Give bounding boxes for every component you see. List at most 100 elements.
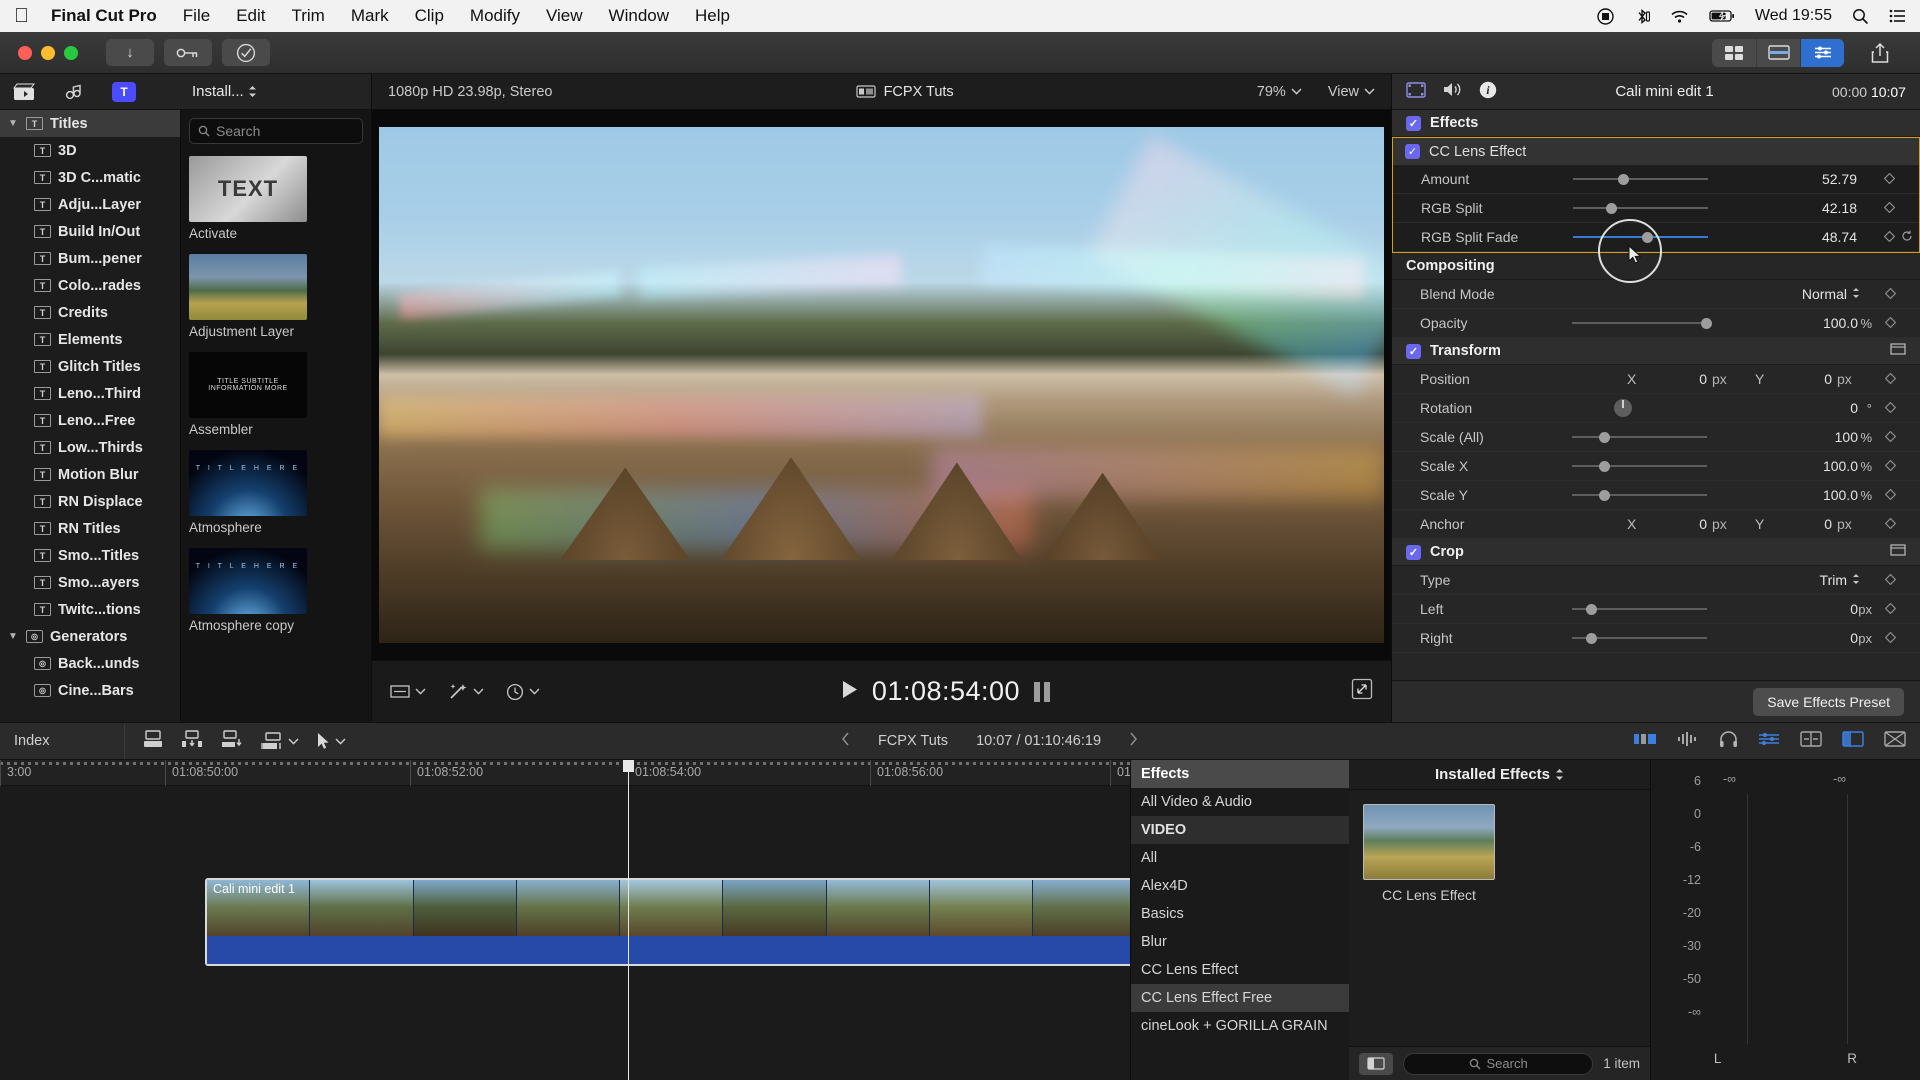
sidebar-item-build-in-out[interactable]: TBuild In/Out xyxy=(0,218,180,245)
play-icon[interactable] xyxy=(841,680,858,704)
sidebar-item-3d-c-matic[interactable]: T3D C...matic xyxy=(0,164,180,191)
sidebar-item-adju-layer[interactable]: TAdju...Layer xyxy=(0,191,180,218)
keyframe-icon[interactable] xyxy=(1885,517,1896,532)
keyframe-icon[interactable] xyxy=(1885,459,1896,474)
param-value[interactable]: 0 xyxy=(1768,630,1858,646)
slider-knob[interactable] xyxy=(1599,490,1610,501)
sidebar-item-rn-titles[interactable]: TRN Titles xyxy=(0,515,180,542)
checkbox-effects[interactable]: ✓ xyxy=(1406,116,1421,131)
effects-category-cc-lens-effect-free[interactable]: CC Lens Effect Free xyxy=(1131,984,1349,1012)
slider-opacity[interactable] xyxy=(1572,309,1707,337)
param-row-opacity[interactable]: Opacity100.0% xyxy=(1392,309,1920,338)
info-inspector-icon[interactable]: i xyxy=(1479,81,1497,103)
media-browser-icon[interactable] xyxy=(12,82,36,102)
param-row-anchor[interactable]: AnchorX0pxY0px xyxy=(1392,510,1920,539)
menu-edit[interactable]: Edit xyxy=(236,6,265,26)
sidebar-item-twitc-tions[interactable]: TTwitc...tions xyxy=(0,596,180,623)
param-value[interactable]: 0 xyxy=(1768,400,1858,416)
menu-app-name[interactable]: Final Cut Pro xyxy=(51,6,157,26)
param-value[interactable]: 100.0 xyxy=(1768,315,1858,331)
wifi-icon[interactable] xyxy=(1670,9,1689,24)
checkbox-crop[interactable]: ✓ xyxy=(1406,545,1421,560)
sidebar-item-rn-displace[interactable]: TRN Displace xyxy=(0,488,180,515)
viewer-view-popup[interactable]: View xyxy=(1328,84,1375,100)
viewer-canvas[interactable] xyxy=(372,110,1391,660)
effect-title-row[interactable]: ✓CC Lens Effect xyxy=(1393,138,1919,165)
music-browser-icon[interactable] xyxy=(62,82,86,102)
param-value[interactable]: 42.18 xyxy=(1767,200,1857,216)
param-value[interactable]: 100.0 xyxy=(1768,458,1858,474)
effects-panel-icon[interactable] xyxy=(1800,39,1844,67)
browser-sidebar[interactable]: ▼TTitlesT3DT3D C...maticTAdju...LayerTBu… xyxy=(0,110,180,722)
sidebar-item-smo-titles[interactable]: TSmo...Titles xyxy=(0,542,180,569)
headphones-icon[interactable] xyxy=(1719,731,1738,752)
rotation-dial[interactable] xyxy=(1614,399,1632,417)
sidebar-item-elements[interactable]: TElements xyxy=(0,326,180,353)
slider-scale-all[interactable] xyxy=(1572,423,1707,451)
param-row-rgb-split[interactable]: RGB Split42.18 xyxy=(1393,194,1919,223)
param-y-value[interactable]: 0 xyxy=(1792,516,1832,532)
disclosure-triangle-icon[interactable]: ▼ xyxy=(8,631,19,642)
keyframe-icon[interactable] xyxy=(1885,430,1896,445)
viewer-zoom-popup[interactable]: 79% xyxy=(1257,84,1302,100)
crop-transform-icon[interactable] xyxy=(390,684,426,699)
append-icon[interactable] xyxy=(221,730,243,752)
browser-thumbnail[interactable]: T I T L E H E R EAtmosphere xyxy=(189,450,363,535)
select-tool-icon[interactable] xyxy=(317,732,346,750)
param-row-rotation[interactable]: Rotation0° xyxy=(1392,394,1920,423)
slider-right[interactable] xyxy=(1572,624,1707,652)
browser-search-input[interactable]: Search xyxy=(189,118,363,144)
effects-wand-icon[interactable] xyxy=(448,683,484,701)
checkmark-circle-icon[interactable] xyxy=(222,39,270,66)
audio-inspector-icon[interactable] xyxy=(1442,81,1463,102)
effects-installed-header[interactable]: Installed Effects xyxy=(1349,760,1650,790)
slider-knob[interactable] xyxy=(1599,461,1610,472)
effects-category-alex4d[interactable]: Alex4D xyxy=(1131,872,1349,900)
slider-scale-x[interactable] xyxy=(1572,452,1707,480)
keyframe-icon[interactable] xyxy=(1884,201,1895,216)
keyframe-icon[interactable] xyxy=(1884,172,1895,187)
slider-knob[interactable] xyxy=(1586,604,1597,615)
overwrite-icon[interactable] xyxy=(261,732,299,750)
list-view-icon[interactable] xyxy=(1359,1053,1393,1075)
battery-charging-icon[interactable] xyxy=(1709,9,1735,23)
timeline-ruler[interactable]: 3:0001:08:50:0001:08:52:0001:08:54:0001:… xyxy=(0,760,1130,786)
menu-clip[interactable]: Clip xyxy=(415,6,444,26)
effects-category-all[interactable]: All xyxy=(1131,844,1349,872)
param-value[interactable]: 52.79 xyxy=(1767,171,1857,187)
inspector-section-transform[interactable]: ✓Transform xyxy=(1392,338,1920,365)
slider-amount[interactable] xyxy=(1573,165,1708,193)
menu-modify[interactable]: Modify xyxy=(470,6,520,26)
insert-icon[interactable] xyxy=(181,730,203,752)
transform-onscreen-icon[interactable] xyxy=(1890,343,1906,359)
minimize-window-button[interactable] xyxy=(41,46,55,60)
slider-knob[interactable] xyxy=(1618,174,1629,185)
save-effects-preset-button[interactable]: Save Effects Preset xyxy=(1753,688,1904,716)
param-row-scale-y[interactable]: Scale Y100.0% xyxy=(1392,481,1920,510)
zoom-window-button[interactable] xyxy=(64,46,78,60)
sidebar-item-generators[interactable]: ▼◎Generators xyxy=(0,623,180,650)
menu-file[interactable]: File xyxy=(183,6,210,26)
transitions-browser-icon[interactable] xyxy=(1800,731,1822,751)
param-row-type[interactable]: TypeTrim xyxy=(1392,566,1920,595)
param-row-position[interactable]: PositionX0pxY0px xyxy=(1392,365,1920,394)
inspector-toggle-icon[interactable] xyxy=(1756,39,1800,67)
retime-icon[interactable] xyxy=(506,683,540,701)
param-y-value[interactable]: 0 xyxy=(1792,371,1832,387)
param-x-value[interactable]: 0 xyxy=(1667,371,1707,387)
param-value[interactable]: 100 xyxy=(1768,429,1858,445)
param-value[interactable]: 100.0 xyxy=(1768,487,1858,503)
sidebar-item-titles[interactable]: ▼TTitles xyxy=(0,110,180,137)
control-center-icon[interactable] xyxy=(1889,9,1906,23)
param-value[interactable]: 0 xyxy=(1768,601,1858,617)
browser-thumbnail[interactable]: Adjustment Layer xyxy=(189,254,363,339)
bluetooth-icon[interactable] xyxy=(1634,8,1650,25)
keyframe-icon[interactable] xyxy=(1885,401,1896,416)
effects-category-video[interactable]: VIDEO xyxy=(1131,816,1349,844)
param-row-scale-all[interactable]: Scale (All)100% xyxy=(1392,423,1920,452)
sidebar-item-bum-pener[interactable]: TBum...pener xyxy=(0,245,180,272)
menu-help[interactable]: Help xyxy=(695,6,730,26)
timeline-clip[interactable]: Cali mini edit 1 xyxy=(205,878,1130,966)
effects-category-effects[interactable]: Effects xyxy=(1131,760,1349,788)
keyframe-icon[interactable] xyxy=(1885,602,1896,617)
